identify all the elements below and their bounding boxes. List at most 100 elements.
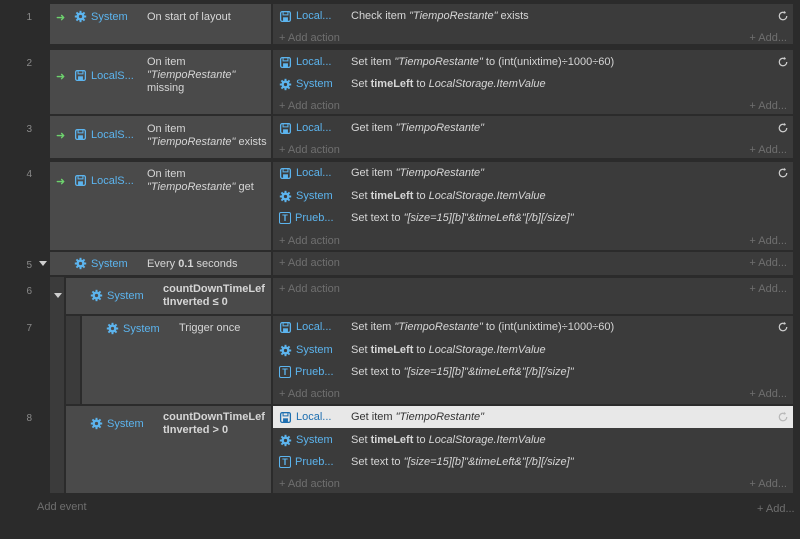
text-object-icon: T bbox=[279, 456, 291, 468]
add-action-button[interactable]: + Add action bbox=[279, 283, 340, 295]
action-object[interactable]: System bbox=[279, 78, 343, 91]
action-row[interactable]: T Prueb... Set text to "[size=15][b]"&ti… bbox=[273, 207, 793, 229]
add-more-button[interactable]: + Add... bbox=[749, 144, 787, 156]
event-7-condition[interactable]: System Trigger once bbox=[82, 316, 271, 404]
action-object[interactable]: T Prueb... bbox=[279, 212, 343, 224]
condition-text: countDownTimeLef tInverted ≤ 0 bbox=[163, 283, 265, 308]
line-number: 2 bbox=[26, 58, 32, 69]
condition-object[interactable]: LocalS... bbox=[74, 174, 134, 187]
collapse-toggle-icon[interactable] bbox=[54, 293, 62, 298]
condition-text: On item "TiempoRestante" missing bbox=[147, 56, 236, 94]
action-object[interactable]: Local... bbox=[279, 411, 343, 424]
event-2-condition[interactable]: ➜ LocalS... On item "TiempoRestante" missi… bbox=[50, 50, 271, 114]
action-text: Set timeLeft to LocalStorage.ItemValue bbox=[351, 434, 546, 446]
add-action-button[interactable]: + Add action bbox=[279, 32, 340, 44]
local-storage-icon bbox=[279, 56, 292, 68]
text-object-icon: T bbox=[279, 212, 291, 224]
event-4-condition[interactable]: ➜ LocalS... On item "TiempoRestante" get bbox=[50, 162, 271, 250]
action-row-selected[interactable]: Local... Get item "TiempoRestante" bbox=[273, 406, 793, 428]
trigger-arrow-icon: ➜ bbox=[56, 12, 66, 24]
action-row[interactable]: System Set timeLeft to LocalStorage.Item… bbox=[273, 339, 793, 361]
action-row[interactable]: Local... Set item "TiempoRestante" to (i… bbox=[273, 51, 793, 73]
nesting-bar bbox=[50, 277, 64, 493]
action-object[interactable]: Local... bbox=[279, 321, 343, 334]
add-more-button[interactable]: + Add... bbox=[749, 283, 787, 295]
collapse-toggle-icon[interactable] bbox=[39, 261, 47, 266]
action-object[interactable]: T Prueb... bbox=[279, 366, 343, 378]
event-1-actions: Local... Check item "TiempoRestante" exi… bbox=[273, 4, 793, 44]
add-action-button[interactable]: + Add action bbox=[279, 235, 340, 247]
condition-text: Trigger once bbox=[179, 322, 241, 334]
local-storage-icon bbox=[74, 128, 87, 141]
action-row[interactable]: System Set timeLeft to LocalStorage.Item… bbox=[273, 429, 793, 451]
condition-object[interactable]: System bbox=[90, 417, 144, 430]
action-text: Get item "TiempoRestante" bbox=[351, 411, 485, 423]
action-object[interactable]: System bbox=[279, 190, 343, 203]
action-row[interactable]: T Prueb... Set text to "[size=15][b]"&ti… bbox=[273, 361, 793, 383]
action-row[interactable]: Local... Check item "TiempoRestante" exi… bbox=[273, 5, 793, 27]
event-3-actions: Local... Get item "TiempoRestante" + Add… bbox=[273, 116, 793, 158]
action-object[interactable]: System bbox=[279, 434, 343, 447]
event-8-condition[interactable]: System countDownTimeLef tInverted > 0 bbox=[66, 406, 271, 493]
action-object[interactable]: Local... bbox=[279, 10, 343, 23]
condition-text: On item "TiempoRestante" get bbox=[147, 168, 254, 193]
gear-icon bbox=[106, 322, 119, 335]
condition-object[interactable]: System bbox=[90, 289, 144, 302]
action-object[interactable]: Local... bbox=[279, 56, 343, 69]
nesting-bar bbox=[66, 316, 80, 404]
action-object[interactable]: Local... bbox=[279, 167, 343, 180]
gear-icon bbox=[90, 417, 103, 430]
action-row[interactable]: System Set timeLeft to LocalStorage.Item… bbox=[273, 185, 793, 207]
action-text: Set timeLeft to LocalStorage.ItemValue bbox=[351, 190, 546, 202]
add-event-more-button[interactable]: + Add... bbox=[757, 503, 795, 515]
line-number: 1 bbox=[26, 12, 32, 23]
refresh-icon bbox=[778, 10, 788, 21]
add-action-button[interactable]: + Add action bbox=[279, 257, 340, 269]
add-more-button[interactable]: + Add... bbox=[749, 478, 787, 490]
event-6-condition[interactable]: System countDownTimeLef tInverted ≤ 0 bbox=[66, 278, 271, 314]
add-event-button[interactable]: Add event bbox=[37, 501, 87, 513]
add-action-button[interactable]: + Add action bbox=[279, 388, 340, 400]
condition-object[interactable]: System bbox=[74, 10, 128, 23]
condition-object[interactable]: LocalS... bbox=[74, 128, 134, 141]
local-storage-icon bbox=[279, 167, 292, 179]
refresh-icon bbox=[778, 167, 788, 178]
add-action-button[interactable]: + Add action bbox=[279, 144, 340, 156]
add-more-button[interactable]: + Add... bbox=[749, 100, 787, 112]
action-text: Set text to "[size=15][b]"&timeLeft&"[/b… bbox=[351, 212, 574, 224]
add-more-button[interactable]: + Add... bbox=[749, 388, 787, 400]
action-row[interactable]: Local... Set item "TiempoRestante" to (i… bbox=[273, 316, 793, 338]
refresh-icon bbox=[778, 321, 788, 332]
event-1-condition[interactable]: ➜ System On start of layout bbox=[50, 4, 271, 44]
trigger-arrow-icon: ➜ bbox=[56, 176, 66, 188]
action-row[interactable]: System Set timeLeft to LocalStorage.Item… bbox=[273, 73, 793, 95]
action-text: Check item "TiempoRestante" exists bbox=[351, 10, 529, 22]
gear-icon bbox=[279, 344, 292, 356]
add-more-button[interactable]: + Add... bbox=[749, 235, 787, 247]
gear-icon bbox=[279, 190, 292, 202]
trigger-arrow-icon: ➜ bbox=[56, 71, 66, 83]
condition-object[interactable]: LocalS... bbox=[74, 69, 134, 82]
gear-icon bbox=[90, 289, 103, 302]
local-storage-icon bbox=[279, 10, 292, 22]
text-object-icon: T bbox=[279, 366, 291, 378]
event-5-actions: + Add action + Add... bbox=[273, 252, 793, 275]
local-storage-icon bbox=[279, 411, 292, 423]
action-row[interactable]: Local... Get item "TiempoRestante" bbox=[273, 117, 793, 139]
line-number: 6 bbox=[26, 286, 32, 297]
action-object[interactable]: T Prueb... bbox=[279, 456, 343, 468]
event-3-condition[interactable]: ➜ LocalS... On item "TiempoRestante" exis… bbox=[50, 116, 271, 158]
event-5-condition[interactable]: System Every 0.1 seconds bbox=[50, 252, 271, 275]
action-row[interactable]: T Prueb... Set text to "[size=15][b]"&ti… bbox=[273, 451, 793, 473]
add-more-button[interactable]: + Add... bbox=[749, 257, 787, 269]
add-more-button[interactable]: + Add... bbox=[749, 32, 787, 44]
line-number: 8 bbox=[26, 413, 32, 424]
condition-object[interactable]: System bbox=[74, 257, 128, 270]
condition-object[interactable]: System bbox=[106, 322, 160, 335]
action-row[interactable]: Local... Get item "TiempoRestante" bbox=[273, 162, 793, 184]
action-text: Set timeLeft to LocalStorage.ItemValue bbox=[351, 344, 546, 356]
add-action-button[interactable]: + Add action bbox=[279, 478, 340, 490]
action-object[interactable]: Local... bbox=[279, 122, 343, 135]
action-object[interactable]: System bbox=[279, 344, 343, 357]
add-action-button[interactable]: + Add action bbox=[279, 100, 340, 112]
